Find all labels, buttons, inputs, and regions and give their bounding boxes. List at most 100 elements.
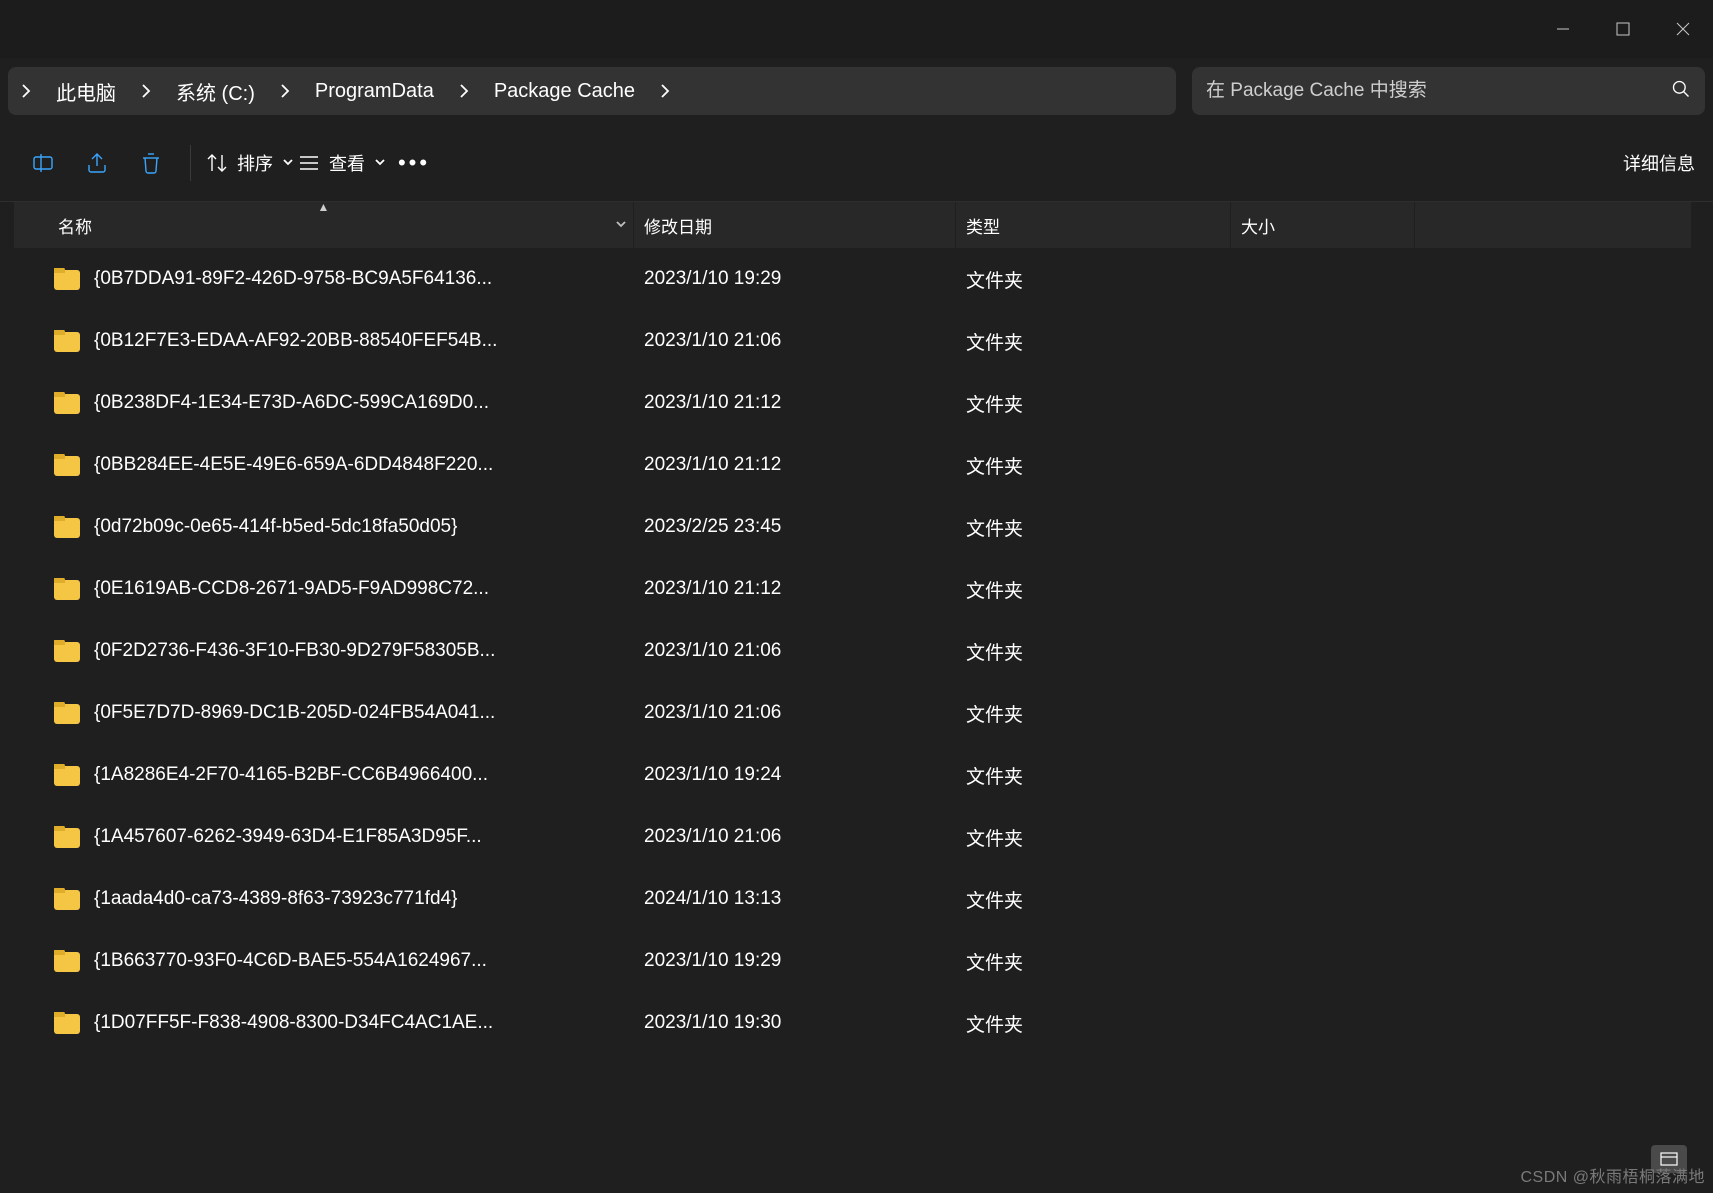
breadcrumb-root-chevron-icon[interactable] — [8, 83, 44, 99]
column-size-label: 大小 — [1241, 213, 1275, 238]
item-name: {0B7DDA91-89F2-426D-9758-BC9A5F64136... — [94, 268, 492, 290]
sort-button[interactable]: 排序 — [205, 139, 293, 187]
table-row[interactable]: {1B663770-93F0-4C6D-BAE5-554A1624967... … — [14, 930, 1691, 992]
chevron-down-icon — [283, 156, 293, 170]
item-date: 2023/1/10 21:06 — [634, 640, 956, 662]
folder-icon — [54, 702, 80, 724]
item-name: {1aada4d0-ca73-4389-8f63-73923c771fd4} — [94, 888, 457, 910]
table-row[interactable]: {1aada4d0-ca73-4389-8f63-73923c771fd4} 2… — [14, 868, 1691, 930]
toolbar: 排序 查看 ••• 详细信息 — [0, 124, 1713, 202]
item-name: {0d72b09c-0e65-414f-b5ed-5dc18fa50d05} — [94, 516, 457, 538]
new-tab-button[interactable] — [16, 9, 68, 49]
details-label[interactable]: 详细信息 — [1623, 150, 1695, 176]
folder-icon — [54, 950, 80, 972]
delete-button[interactable] — [126, 139, 176, 187]
table-row[interactable]: {1A457607-6262-3949-63D4-E1F85A3D95F... … — [14, 806, 1691, 868]
chevron-right-icon[interactable] — [446, 83, 482, 99]
chevron-down-icon — [375, 156, 385, 170]
maximize-button[interactable] — [1593, 3, 1653, 55]
table-row[interactable]: {0B12F7E3-EDAA-AF92-20BB-88540FEF54B... … — [14, 310, 1691, 372]
item-type: 文件夹 — [956, 948, 1231, 975]
column-date-label: 修改日期 — [644, 213, 712, 238]
table-row[interactable]: {1A8286E4-2F70-4165-B2BF-CC6B4966400... … — [14, 744, 1691, 806]
item-date: 2023/1/10 21:12 — [634, 454, 956, 476]
item-type: 文件夹 — [956, 266, 1231, 293]
column-header-date[interactable]: 修改日期 — [634, 202, 956, 248]
column-dropdown-icon[interactable] — [615, 215, 627, 235]
chevron-right-icon[interactable] — [267, 83, 303, 99]
item-type: 文件夹 — [956, 576, 1231, 603]
item-date: 2024/1/10 13:13 — [634, 888, 956, 910]
sort-asc-icon: ▲ — [318, 200, 330, 214]
breadcrumb-item[interactable]: 此电脑 — [44, 77, 128, 106]
table-row[interactable]: {0B7DDA91-89F2-426D-9758-BC9A5F64136... … — [14, 248, 1691, 310]
file-list[interactable]: {0B7DDA91-89F2-426D-9758-BC9A5F64136... … — [14, 248, 1691, 1193]
breadcrumb-item[interactable]: 系统 (C:) — [164, 77, 267, 106]
more-button[interactable]: ••• — [389, 139, 439, 187]
rename-button[interactable] — [18, 139, 68, 187]
breadcrumb-item[interactable]: Package Cache — [482, 80, 647, 103]
minimize-button[interactable] — [1533, 3, 1593, 55]
folder-icon — [54, 330, 80, 352]
item-type: 文件夹 — [956, 1010, 1231, 1037]
item-date: 2023/1/10 21:06 — [634, 702, 956, 724]
folder-icon — [54, 268, 80, 290]
column-header-name[interactable]: ▲ 名称 — [14, 202, 634, 248]
table-row[interactable]: {0BB284EE-4E5E-49E6-659A-6DD4848F220... … — [14, 434, 1691, 496]
item-name: {0F2D2736-F436-3F10-FB30-9D279F58305B... — [94, 640, 495, 662]
table-row[interactable]: {0d72b09c-0e65-414f-b5ed-5dc18fa50d05} 2… — [14, 496, 1691, 558]
item-date: 2023/1/10 19:24 — [634, 764, 956, 786]
folder-icon — [54, 516, 80, 538]
search-icon[interactable] — [1671, 79, 1691, 104]
breadcrumb[interactable]: 此电脑 系统 (C:) ProgramData Package Cache — [8, 67, 1176, 115]
folder-icon — [54, 888, 80, 910]
item-name: {0BB284EE-4E5E-49E6-659A-6DD4848F220... — [94, 454, 493, 476]
toolbar-separator — [190, 145, 191, 181]
item-name: {1D07FF5F-F838-4908-8300-D34FC4AC1AE... — [94, 1012, 493, 1034]
item-name: {1A457607-6262-3949-63D4-E1F85A3D95F... — [94, 826, 482, 848]
item-type: 文件夹 — [956, 452, 1231, 479]
search-input[interactable] — [1206, 80, 1671, 102]
folder-icon — [54, 826, 80, 848]
nav-row: 此电脑 系统 (C:) ProgramData Package Cache — [0, 58, 1713, 124]
item-type: 文件夹 — [956, 824, 1231, 851]
column-header-type[interactable]: 类型 — [956, 202, 1231, 248]
item-type: 文件夹 — [956, 886, 1231, 913]
column-name-label: 名称 — [58, 213, 92, 238]
close-button[interactable] — [1653, 3, 1713, 55]
item-type: 文件夹 — [956, 390, 1231, 417]
table-row[interactable]: {1D07FF5F-F838-4908-8300-D34FC4AC1AE... … — [14, 992, 1691, 1054]
folder-icon — [54, 1012, 80, 1034]
item-name: {1A8286E4-2F70-4165-B2BF-CC6B4966400... — [94, 764, 488, 786]
item-date: 2023/1/10 19:29 — [634, 950, 956, 972]
item-name: {1B663770-93F0-4C6D-BAE5-554A1624967... — [94, 950, 487, 972]
folder-icon — [54, 640, 80, 662]
item-date: 2023/1/10 21:12 — [634, 578, 956, 600]
item-date: 2023/1/10 19:30 — [634, 1012, 956, 1034]
table-row[interactable]: {0F2D2736-F436-3F10-FB30-9D279F58305B...… — [14, 620, 1691, 682]
search-box[interactable] — [1192, 67, 1705, 115]
item-name: {0F5E7D7D-8969-DC1B-205D-024FB54A041... — [94, 702, 495, 724]
table-header: ▲ 名称 修改日期 类型 大小 — [14, 202, 1691, 248]
watermark-text: CSDN @秋雨梧桐落满地 — [1520, 1163, 1705, 1187]
item-name: {0E1619AB-CCD8-2671-9AD5-F9AD998C72... — [94, 578, 489, 600]
folder-icon — [54, 392, 80, 414]
chevron-right-icon[interactable] — [647, 83, 683, 99]
item-type: 文件夹 — [956, 328, 1231, 355]
view-button[interactable]: 查看 — [297, 139, 385, 187]
column-type-label: 类型 — [966, 213, 1000, 238]
share-button[interactable] — [72, 139, 122, 187]
table-row[interactable]: {0F5E7D7D-8969-DC1B-205D-024FB54A041... … — [14, 682, 1691, 744]
item-type: 文件夹 — [956, 762, 1231, 789]
chevron-right-icon[interactable] — [128, 83, 164, 99]
view-label: 查看 — [329, 150, 365, 176]
item-type: 文件夹 — [956, 638, 1231, 665]
breadcrumb-item[interactable]: ProgramData — [303, 80, 446, 103]
column-header-size[interactable]: 大小 — [1231, 202, 1415, 248]
folder-icon — [54, 578, 80, 600]
sort-label: 排序 — [237, 150, 273, 176]
table-row[interactable]: {0B238DF4-1E34-E73D-A6DC-599CA169D0... 2… — [14, 372, 1691, 434]
table-row[interactable]: {0E1619AB-CCD8-2671-9AD5-F9AD998C72... 2… — [14, 558, 1691, 620]
item-date: 2023/1/10 19:29 — [634, 268, 956, 290]
item-date: 2023/1/10 21:06 — [634, 826, 956, 848]
